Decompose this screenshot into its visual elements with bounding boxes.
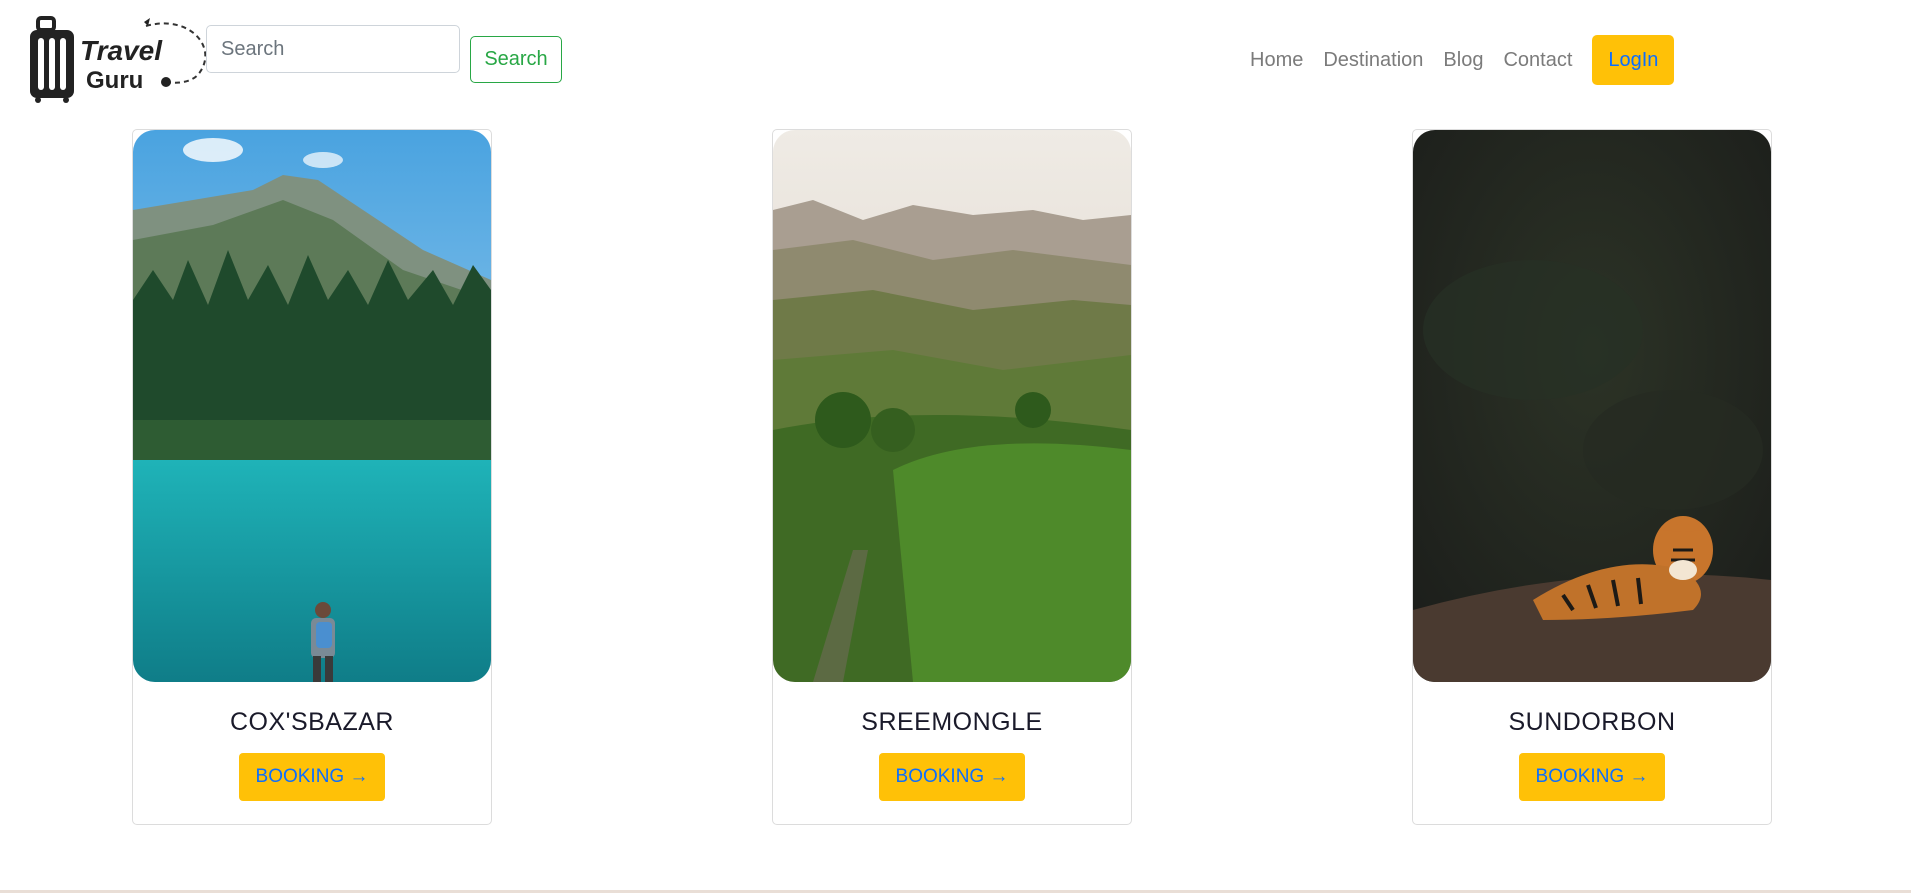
- nav-item-destination[interactable]: Destination: [1323, 49, 1423, 72]
- destination-card: SUNDORBON BOOKING →: [1412, 129, 1772, 825]
- booking-button[interactable]: BOOKING →: [1519, 753, 1665, 801]
- destination-title: COX'SBAZAR: [230, 708, 394, 736]
- booking-button[interactable]: BOOKING →: [879, 753, 1025, 801]
- nav-menu: Home Destination Blog Contact LogIn: [1250, 35, 1675, 85]
- brand-line2: Guru: [86, 67, 143, 94]
- destination-card: SREEMONGLE BOOKING →: [772, 129, 1132, 825]
- destination-title: SUNDORBON: [1508, 708, 1676, 736]
- search-input[interactable]: [206, 25, 460, 73]
- destination-image: [773, 130, 1131, 682]
- booking-button[interactable]: BOOKING →: [239, 753, 385, 801]
- nav-item-contact[interactable]: Contact: [1503, 49, 1572, 72]
- search-button[interactable]: Search: [470, 36, 562, 83]
- destination-title: SREEMONGLE: [861, 708, 1043, 736]
- login-button[interactable]: LogIn: [1592, 35, 1675, 85]
- nav-item-blog[interactable]: Blog: [1443, 49, 1483, 72]
- destination-image: [133, 130, 491, 682]
- travel-guru-logo[interactable]: Travel Guru: [28, 16, 208, 104]
- navbar: Travel Guru Search Home Destination Blog…: [0, 0, 1911, 120]
- brand-line1: Travel: [80, 35, 163, 66]
- destination-card: COX'SBAZAR BOOKING →: [132, 129, 492, 825]
- nav-item-home[interactable]: Home: [1250, 49, 1303, 72]
- destination-image: [1413, 130, 1771, 682]
